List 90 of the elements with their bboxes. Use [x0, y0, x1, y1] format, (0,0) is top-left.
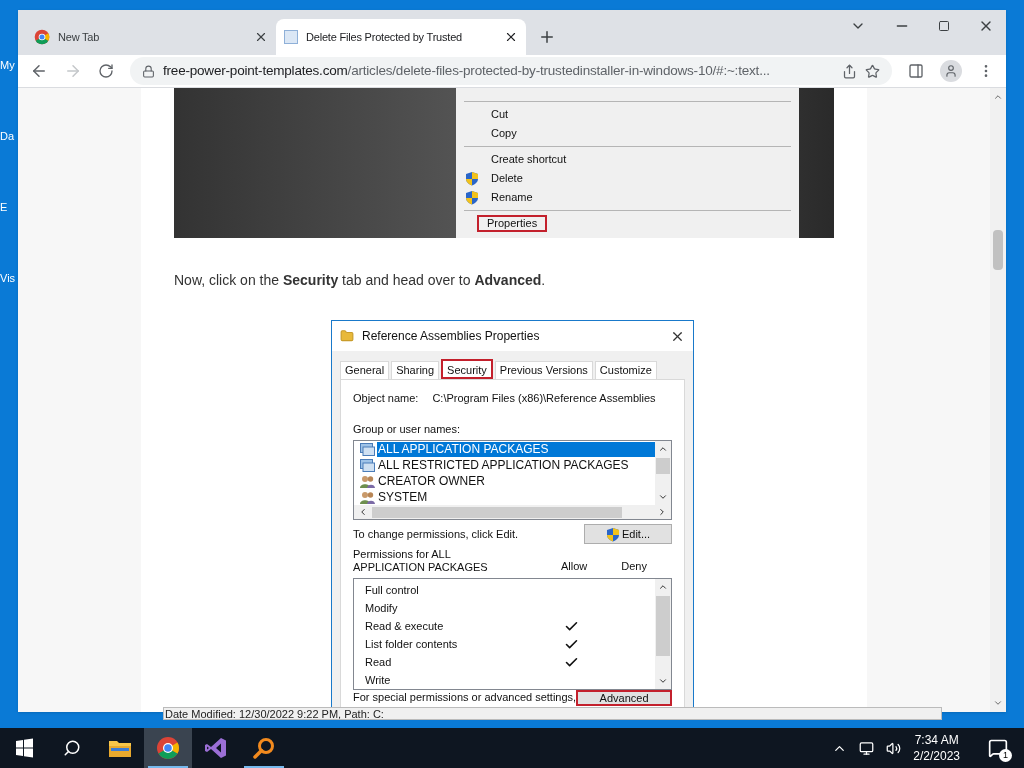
status-strip: Date Modified: 12/30/2022 9:22 PM, Path: C:: [163, 707, 942, 720]
notification-badge: 1: [999, 749, 1012, 762]
taskbar-app[interactable]: [144, 728, 192, 768]
volume-icon[interactable]: [886, 740, 902, 756]
context-menu-item[interactable]: Delete: [487, 172, 527, 185]
permission-name: List folder contents: [365, 636, 459, 652]
column-header: Allow: [561, 558, 588, 574]
tab-title: Delete Files Protected by Trusted: [306, 29, 464, 45]
profile-avatar[interactable]: [940, 60, 962, 82]
shield-icon: [605, 526, 620, 542]
users-icon: [360, 490, 375, 504]
permission-name: Read: [365, 654, 393, 670]
scroll-down-icon[interactable]: [993, 698, 1003, 708]
shield-icon: [464, 171, 479, 186]
context-menu-item[interactable]: Create shortcut: [487, 153, 571, 166]
scrollbar-thumb[interactable]: [993, 230, 1003, 270]
dialog-tab[interactable]: Previous Versions: [494, 361, 593, 379]
scroll-up-icon[interactable]: [658, 582, 668, 592]
close-icon[interactable]: [504, 30, 518, 44]
tab-title: New Tab: [58, 29, 101, 45]
dialog-title: Reference Assemblies Properties: [362, 328, 540, 345]
page-scrollbar[interactable]: [990, 88, 1006, 712]
folder-icon: [108, 738, 132, 758]
reload-icon[interactable]: [98, 63, 114, 79]
permission-name: Modify: [365, 600, 399, 616]
section-label: Group or user names:: [353, 421, 461, 437]
edit-button[interactable]: Edit...: [584, 524, 672, 544]
dialog-tab[interactable]: General: [340, 361, 390, 379]
url-text: free-power-point-templates.com/articles/delete-files-protected-by-trustedinstaller-in-windows-10/#:~:text...: [163, 61, 770, 80]
context-menu-item[interactable]: Copy: [487, 127, 521, 140]
field-label: Object name:: [353, 391, 419, 406]
permission-name: Read & execute: [365, 618, 445, 634]
dialog-tab[interactable]: Customize: [594, 361, 657, 379]
search-icon[interactable]: [63, 739, 81, 757]
group-name[interactable]: ALL RESTRICTED APPLICATION PACKAGES: [377, 457, 655, 473]
chrome-logo-icon: [156, 736, 180, 760]
group-name[interactable]: CREATOR OWNER: [377, 473, 655, 489]
address-bar[interactable]: free-power-point-templates.com/articles/delete-files-protected-by-trustedinstaller-in-windows-10/#:~:text...: [130, 57, 892, 85]
page-icon: [284, 30, 298, 44]
permission-name: Write: [365, 672, 392, 688]
shield-icon: [464, 190, 479, 205]
package-icon: [360, 458, 375, 472]
hint-text: For special permissions or advanced settings,: [353, 691, 577, 703]
network-icon[interactable]: [859, 740, 875, 756]
group-name[interactable]: ALL APPLICATION PACKAGES: [377, 441, 655, 457]
new-tab-icon[interactable]: [538, 28, 556, 46]
desktop-icon-label[interactable]: Da: [0, 131, 15, 142]
horizontal-scrollbar[interactable]: [354, 505, 671, 519]
advanced-button[interactable]: Advanced: [576, 690, 672, 706]
lock-icon: [142, 64, 155, 78]
desktop-icon-label[interactable]: E: [0, 202, 8, 213]
back-icon[interactable]: [30, 62, 48, 80]
scroll-up-icon[interactable]: [993, 92, 1003, 102]
article-paragraph: Now, click on the Security tab and head over to Advanced.: [174, 271, 547, 290]
desktop-icon-label[interactable]: My: [0, 60, 15, 71]
chrome-logo-icon: [34, 29, 50, 45]
scroll-down-icon[interactable]: [658, 492, 668, 502]
maximize-icon[interactable]: [938, 20, 950, 32]
column-header: Deny: [621, 558, 647, 574]
scroll-right-icon[interactable]: [657, 507, 667, 517]
context-menu-item[interactable]: Cut: [487, 108, 513, 121]
scrollbar[interactable]: [655, 579, 671, 689]
hint-text: To change permissions, click Edit.: [353, 526, 519, 542]
group-list[interactable]: ALL APPLICATION PACKAGES ALL RESTRICTED APPLICATION PACKAGES CREATOR OWNER SYSTEM: [353, 440, 672, 520]
folder-icon: [340, 329, 354, 343]
browser-tab[interactable]: Delete Files Protected by Trusted: [276, 19, 526, 55]
object-path: C:\Program Files (x86)\Reference Assemblies: [432, 391, 656, 406]
clock-date[interactable]: 2/2/2023: [913, 748, 960, 764]
users-icon: [360, 474, 375, 488]
bookmark-star-icon[interactable]: [865, 63, 880, 79]
dialog-tab[interactable]: Security: [441, 359, 493, 379]
browser-tab[interactable]: New Tab: [26, 19, 276, 55]
share-icon[interactable]: [842, 63, 857, 79]
infinity-logo-icon: [204, 736, 228, 760]
context-menu-item[interactable]: Properties: [477, 215, 548, 232]
context-menu-item[interactable]: Rename: [487, 191, 537, 204]
scrollbar[interactable]: [655, 441, 671, 505]
scroll-down-icon[interactable]: [658, 676, 668, 686]
clock-time[interactable]: 7:34 AM: [914, 732, 959, 748]
permission-name: Full control: [365, 582, 420, 598]
scroll-left-icon[interactable]: [358, 507, 368, 517]
group-name[interactable]: SYSTEM: [377, 489, 655, 505]
desktop-icon-label[interactable]: Vis: [0, 273, 16, 284]
dialog-tab[interactable]: Sharing: [391, 361, 440, 379]
magnifier-icon: [252, 736, 276, 760]
section-label: Permissions for ALL APPLICATION PACKAGES: [353, 548, 489, 574]
close-icon[interactable]: [254, 30, 268, 44]
scroll-up-icon[interactable]: [658, 444, 668, 454]
side-panel-icon[interactable]: [908, 63, 924, 79]
package-icon: [360, 442, 375, 456]
